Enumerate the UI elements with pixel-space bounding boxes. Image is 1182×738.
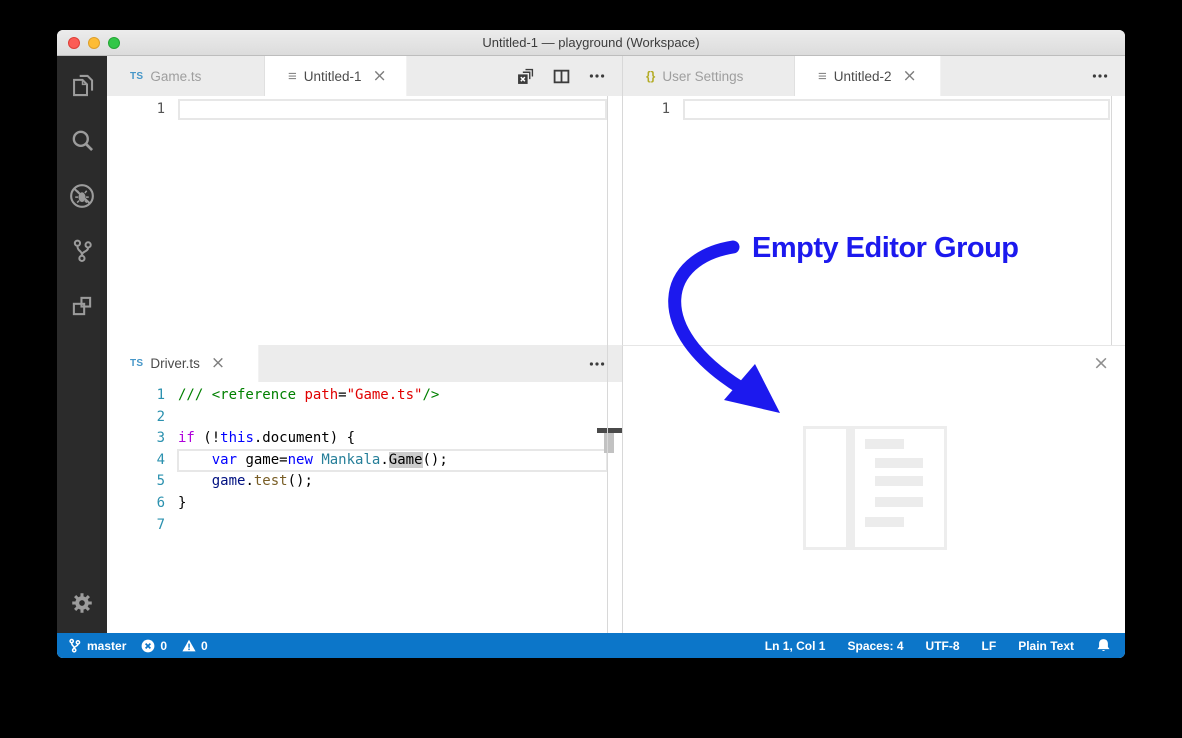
untitled-file-icon: ≡ (818, 67, 827, 85)
editor-group-bottom-right-empty[interactable]: × (622, 345, 1125, 633)
editor-scrollbar-border (607, 345, 608, 633)
vscode-window: Untitled-1 — playground (Workspace) TS G… (57, 30, 1125, 658)
code-line[interactable]: 4 var game=new Mankala.Game(); (107, 448, 622, 473)
tab-label: Untitled-1 (303, 68, 362, 84)
notifications-bell-icon[interactable] (1096, 638, 1111, 653)
close-all-editors-icon[interactable] (517, 68, 534, 85)
untitled-file-icon: ≡ (288, 67, 297, 85)
code-line[interactable]: 7 (107, 515, 622, 537)
editor-workbench: TS Game.ts ≡ Untitled-1 × 1 {} User Sett… (107, 56, 1125, 633)
editor-scrollbar-border (1111, 96, 1112, 345)
screenshot-stage: Untitled-1 — playground (Workspace) TS G… (0, 0, 1182, 738)
source-control-icon[interactable] (57, 223, 107, 278)
watermark-text-pane (855, 429, 944, 547)
code-line[interactable]: 3 if (!this.document) { (107, 428, 622, 450)
git-branch-status[interactable]: master (67, 638, 126, 653)
warning-count[interactable]: 0 (182, 639, 208, 653)
code-line[interactable]: 5 game.test(); (107, 471, 622, 493)
minimize-window-button[interactable] (88, 36, 100, 49)
status-bar: master 0 0 Ln 1, Col 1 Spaces: 4 UTF-8 L… (57, 633, 1125, 658)
tab-label: Game.ts (150, 68, 202, 84)
window-title: Untitled-1 — playground (Workspace) (482, 35, 700, 50)
language-mode[interactable]: Plain Text (1018, 639, 1074, 653)
traffic-lights (68, 30, 120, 55)
editor-group-top-left: TS Game.ts ≡ Untitled-1 × 1 (107, 56, 622, 345)
error-count[interactable]: 0 (141, 639, 167, 653)
tab-bar-bottom-left: TS Driver.ts × (107, 345, 622, 382)
eol-sequence[interactable]: LF (982, 639, 997, 653)
activity-bar (57, 56, 107, 633)
line-number: 1 (661, 101, 670, 117)
error-icon (141, 639, 155, 652)
json-file-icon: {} (646, 69, 656, 83)
code-line[interactable]: 2 (107, 407, 622, 429)
tab-bar-top-right: {} User Settings ≡ Untitled-2 × (623, 56, 1125, 96)
tab-untitled-1[interactable]: ≡ Untitled-1 × (265, 56, 407, 96)
line-number: 5 (156, 473, 165, 490)
line-number: 2 (156, 408, 165, 425)
title-bar: Untitled-1 — playground (Workspace) (57, 30, 1125, 56)
extensions-icon[interactable] (57, 278, 107, 333)
tab-label: Untitled-2 (833, 68, 892, 84)
current-line-highlight (683, 99, 1110, 120)
split-editor-icon[interactable] (553, 68, 570, 85)
more-actions-icon[interactable] (589, 356, 605, 372)
line-number: 1 (156, 387, 165, 403)
current-line-highlight (178, 99, 607, 120)
explorer-icon[interactable] (57, 58, 107, 113)
editor-group-bottom-left: TS Driver.ts × 1 /// <reference path="Ga… (107, 345, 622, 633)
settings-gear-icon[interactable] (57, 575, 107, 630)
debug-icon[interactable] (57, 168, 107, 223)
close-window-button[interactable] (68, 36, 80, 49)
zoom-window-button[interactable] (108, 36, 120, 49)
close-tab-icon[interactable]: × (211, 355, 225, 372)
editor-untitled-1[interactable]: 1 (107, 96, 622, 345)
typescript-file-icon: TS (130, 358, 144, 369)
tab-bar-top-left: TS Game.ts ≡ Untitled-1 × (107, 56, 622, 96)
git-branch-icon (69, 638, 81, 653)
empty-editor-group-watermark (803, 426, 947, 550)
editor-driver-ts[interactable]: 1/// <reference path="Game.ts"/> 2 3 if (!t… (107, 382, 622, 633)
encoding[interactable]: UTF-8 (926, 639, 960, 653)
tab-label: User Settings (662, 68, 744, 84)
more-actions-icon[interactable] (1092, 68, 1108, 84)
editor-scrollbar-border (607, 96, 608, 345)
line-number: 1 (156, 101, 165, 117)
watermark-sidebar-pane (806, 429, 846, 547)
code-line[interactable]: 6} (107, 493, 622, 515)
tab-user-settings[interactable]: {} User Settings (623, 56, 795, 96)
more-actions-icon[interactable] (589, 68, 605, 84)
scrollbar-thumb[interactable] (604, 431, 614, 453)
overview-ruler-highlight-marker (597, 428, 622, 433)
close-tab-icon[interactable]: × (903, 67, 917, 85)
driver-code: 1/// <reference path="Game.ts"/> 2 3 if (!t… (107, 385, 622, 536)
editor-group-top-right: {} User Settings ≡ Untitled-2 × 1 (622, 56, 1125, 345)
warning-icon (182, 639, 196, 651)
line-number: 3 (156, 430, 165, 447)
editor-untitled-2[interactable]: 1 (623, 96, 1125, 345)
tab-label: Driver.ts (150, 356, 200, 371)
tab-driver-ts[interactable]: TS Driver.ts × (107, 345, 259, 382)
close-tab-icon[interactable]: × (373, 67, 387, 85)
cursor-position[interactable]: Ln 1, Col 1 (765, 639, 826, 653)
line-number: 6 (156, 494, 165, 511)
code-line[interactable]: 1/// <reference path="Game.ts"/> (107, 385, 622, 407)
tab-untitled-2[interactable]: ≡ Untitled-2 × (795, 56, 941, 96)
indentation[interactable]: Spaces: 4 (847, 639, 903, 653)
line-number: 7 (156, 516, 165, 533)
close-group-icon[interactable]: × (1093, 352, 1109, 374)
search-icon[interactable] (57, 113, 107, 168)
typescript-file-icon: TS (130, 70, 144, 82)
watermark-divider (846, 429, 855, 547)
line-number: 4 (156, 451, 165, 468)
tab-game-ts[interactable]: TS Game.ts (107, 56, 265, 96)
